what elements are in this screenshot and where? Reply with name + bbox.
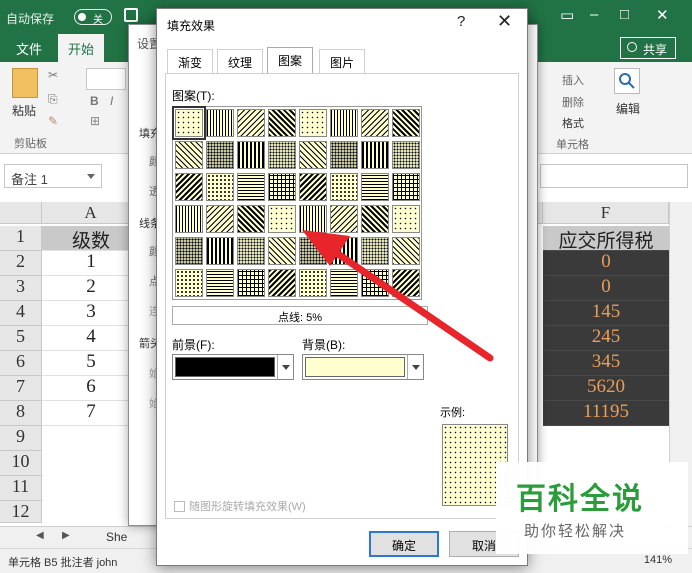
watermark-subtitle: 助你轻松解决 [524, 522, 627, 540]
watermark-title: 百科全说 [516, 482, 644, 517]
watermark-logo: 百科全说 助你轻松解决 [496, 462, 688, 554]
